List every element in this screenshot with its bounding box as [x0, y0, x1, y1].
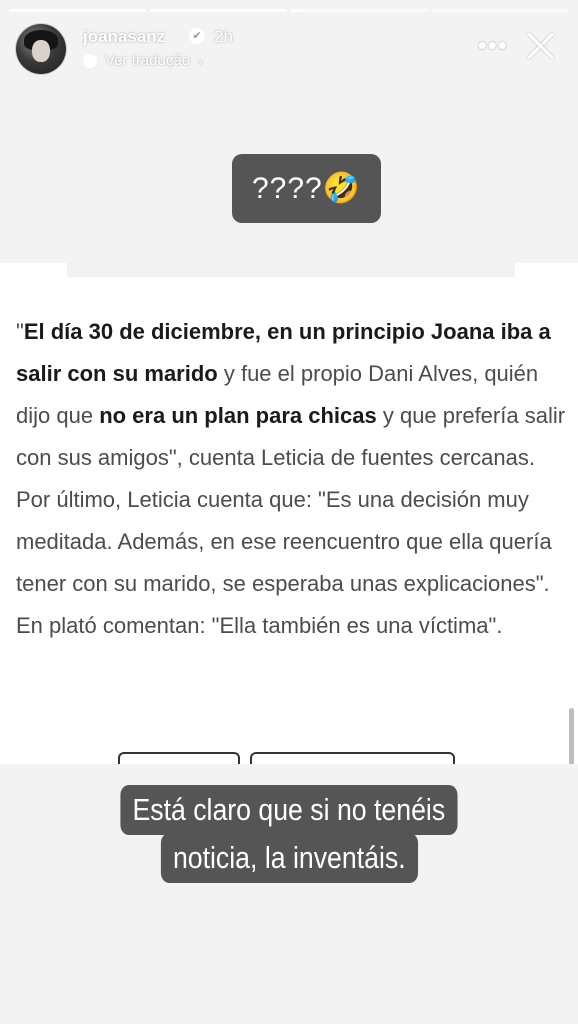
- translate-link[interactable]: Ver tradução ›: [83, 52, 203, 69]
- caption-line-2: noticia, la inventáis.: [160, 833, 418, 883]
- progress-segment-3: [291, 9, 428, 12]
- avatar-face: [32, 40, 50, 62]
- username[interactable]: joanasanz: [83, 27, 165, 47]
- article-screenshot: "El día 30 de diciembre, en un principio…: [0, 263, 578, 800]
- chevron-right-icon: ›: [198, 52, 203, 69]
- article-text: "El día 30 de diciembre, en un principio…: [16, 311, 568, 647]
- story-header: joanasanz ✔ 2h Ver tradução › •••: [16, 22, 566, 78]
- progress-fill-1: [9, 9, 146, 12]
- article-segment: y que prefería salir con sus amigos", cu…: [16, 403, 566, 638]
- caption-sticker: Está claro que si no tenéis noticia, la …: [0, 785, 578, 883]
- translate-icon: [83, 53, 97, 68]
- progress-segment-4: [432, 9, 569, 12]
- progress-segment-2: [150, 9, 287, 12]
- article-bold-segment: no era un plan para chicas: [99, 403, 377, 428]
- avatar[interactable]: [16, 24, 66, 74]
- close-icon[interactable]: [524, 30, 556, 62]
- progress-fill-2: [150, 9, 287, 12]
- story-progress-bar: [9, 9, 569, 12]
- progress-segment-1: [9, 9, 146, 12]
- caption-line-1: Está claro que si no tenéis: [120, 785, 458, 835]
- more-options-button[interactable]: •••: [478, 32, 508, 58]
- article-segment: ": [16, 319, 24, 344]
- translate-label: Ver tradução: [105, 52, 191, 69]
- post-time: 2h: [214, 27, 233, 46]
- text-sticker: ????🤣: [232, 154, 381, 223]
- card-top-divider: [67, 263, 515, 277]
- verified-badge-icon: ✔: [189, 28, 205, 44]
- progress-fill-3: [291, 9, 298, 12]
